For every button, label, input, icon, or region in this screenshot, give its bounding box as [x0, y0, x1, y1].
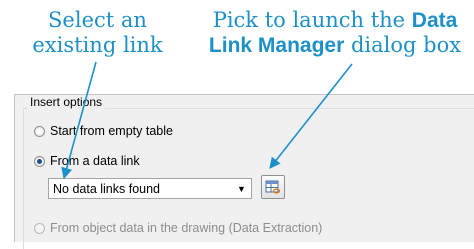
callout-arrows: [61, 61, 353, 180]
arrow-to-launch-button: [269, 63, 353, 169]
arrow-to-select: [61, 61, 97, 180]
